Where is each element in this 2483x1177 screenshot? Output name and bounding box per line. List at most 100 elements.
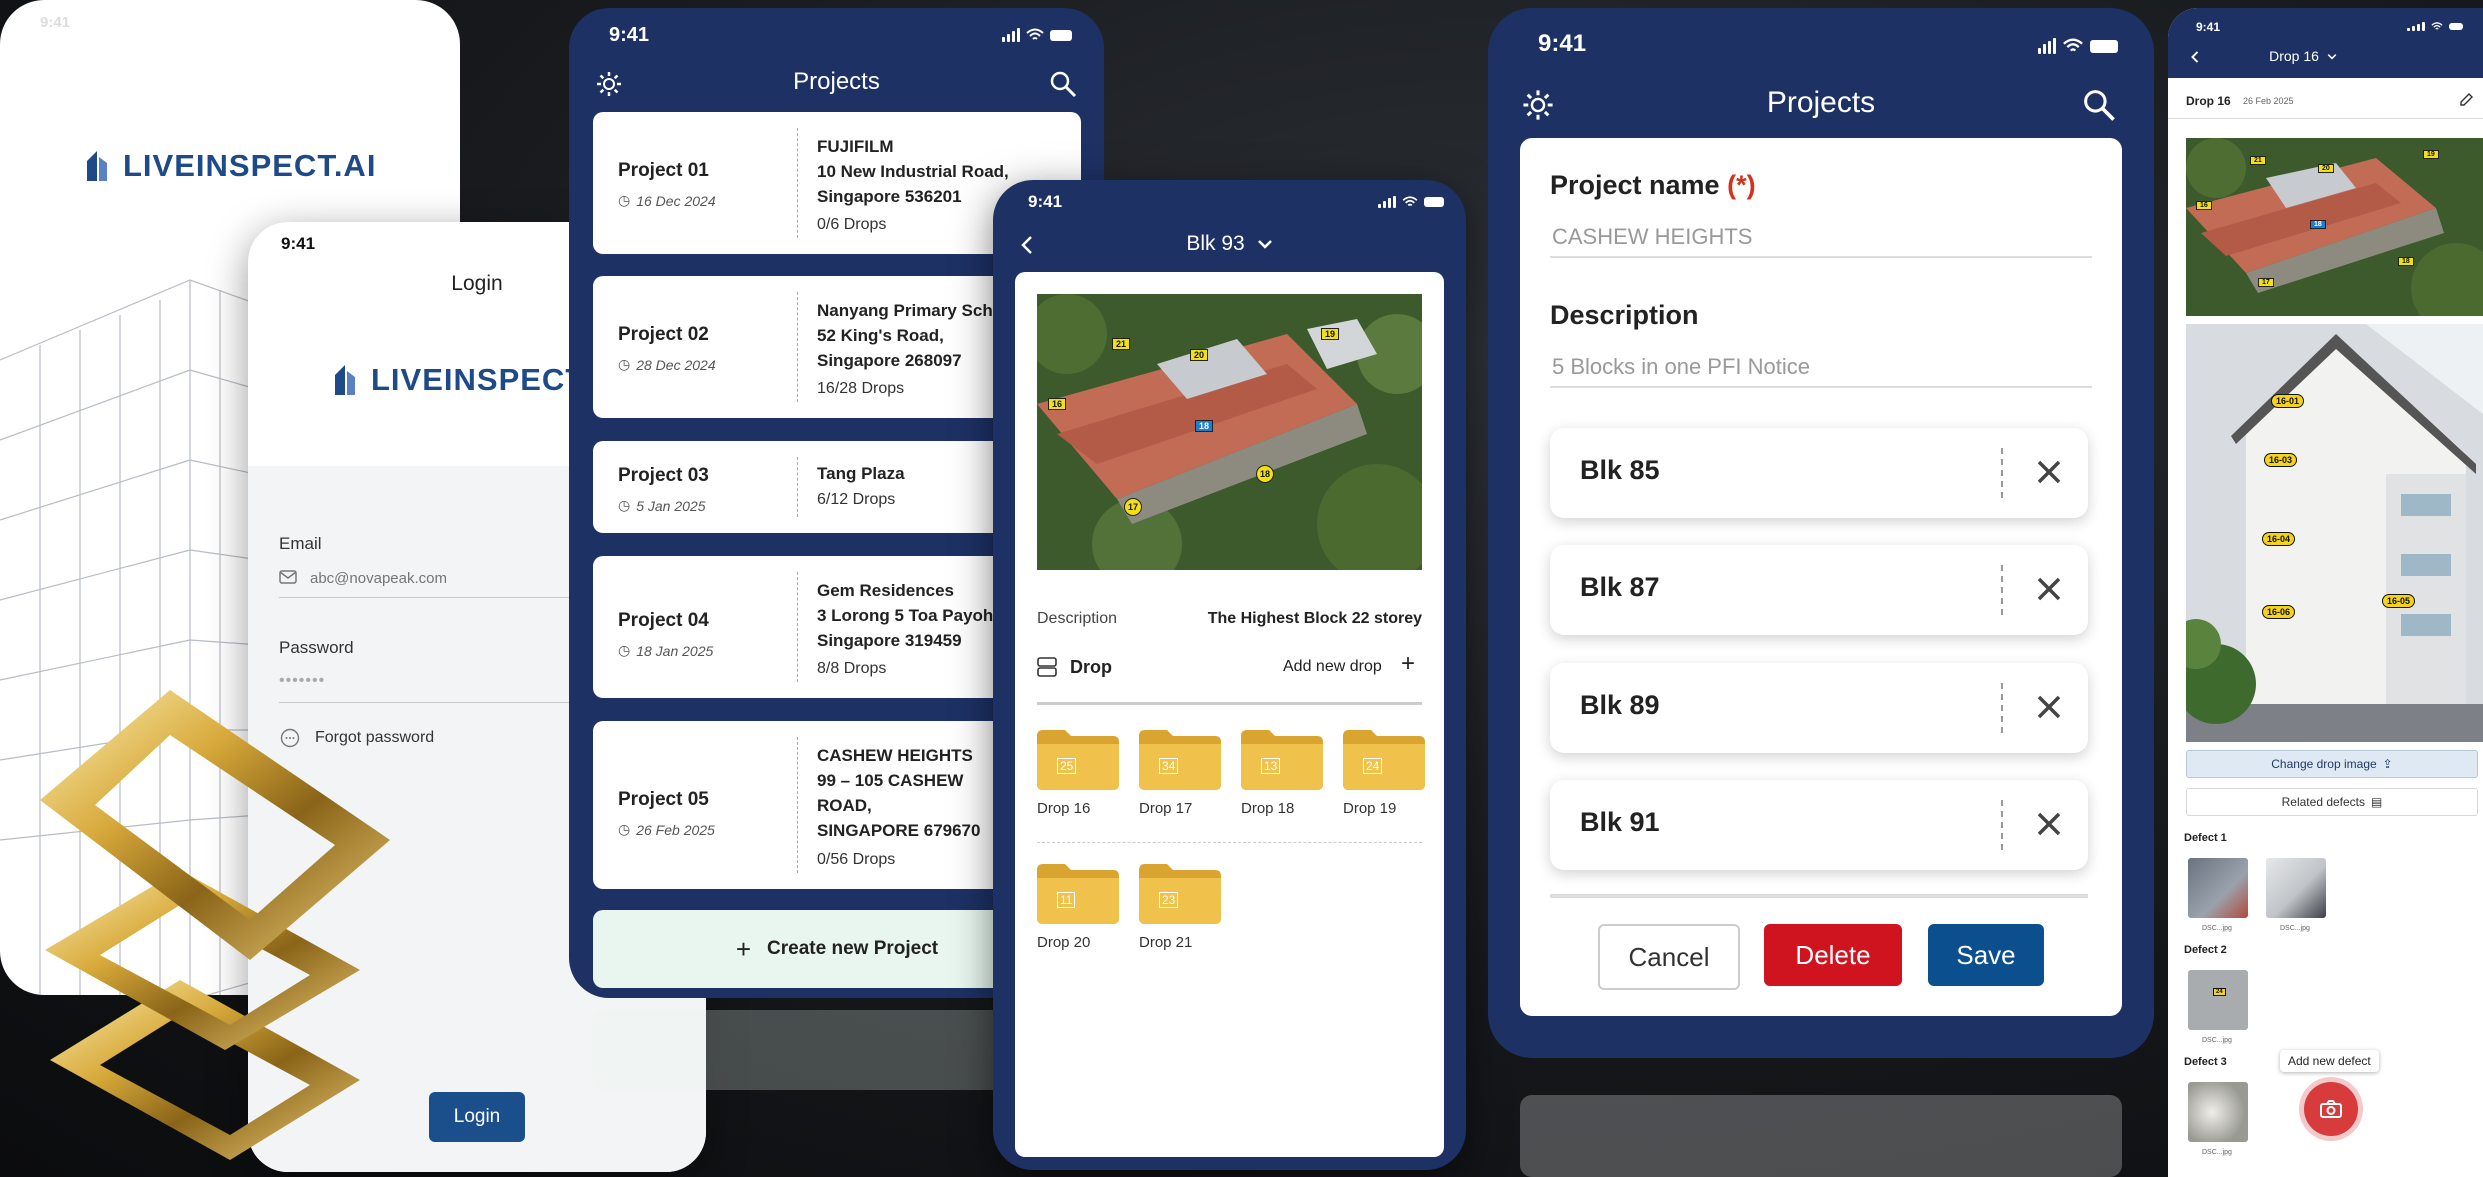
close-icon[interactable] [2031, 689, 2067, 725]
close-icon[interactable] [2031, 571, 2067, 607]
drop-folder[interactable]: 11 Drop 20 [1037, 864, 1119, 951]
description-value: The Highest Block 22 storey [1207, 610, 1422, 627]
project-name: Project 01 [618, 160, 709, 181]
folder-icon [1037, 730, 1119, 790]
map-marker[interactable]: 19 [1321, 328, 1340, 340]
map-marker[interactable]: 20 [1190, 349, 1209, 361]
defect-tag[interactable]: 16-01 [2271, 394, 2305, 408]
divider [1037, 702, 1422, 705]
divider [1037, 842, 1422, 843]
aerial-map[interactable] [1037, 294, 1422, 570]
delete-button[interactable]: Delete [1764, 924, 1902, 986]
edit-icon[interactable] [2458, 92, 2474, 108]
change-drop-image-label: Change drop image [2271, 757, 2377, 771]
drop-folder[interactable]: 13 Drop 18 [1241, 730, 1323, 817]
block-name: Blk 91 [1580, 807, 1660, 837]
defect-tag[interactable]: 16-04 [2262, 532, 2296, 546]
drop-title-dropdown[interactable]: Drop 16 [2168, 48, 2438, 64]
login-button[interactable]: Login [429, 1092, 525, 1142]
close-icon[interactable] [2031, 806, 2067, 842]
block-phone: 9:41 Blk 93 21 20 19 16 18 17 18 Descrip… [993, 180, 1466, 1170]
project-drops: 16/28 Drops [817, 380, 905, 397]
drop-map-image[interactable] [2186, 138, 2483, 316]
search-icon[interactable] [1049, 70, 1077, 98]
project-client: CASHEW HEIGHTS [817, 746, 973, 765]
defect-label: Defect 1 [2184, 832, 2227, 844]
reflection [1520, 1095, 2122, 1177]
defect-thumbnail[interactable] [2188, 858, 2248, 918]
email-label: Email [279, 534, 322, 553]
drop-folder[interactable]: 25 Drop 16 [1037, 730, 1119, 817]
status-icons [2038, 38, 2118, 54]
signal-icon [2038, 38, 2056, 54]
folder-count: 24 [1363, 758, 1383, 774]
building-photo[interactable] [2186, 324, 2483, 742]
drop-subtitle: Drop 16 [2186, 94, 2231, 108]
project-date: 28 Dec 2024 [636, 356, 716, 373]
document-icon: ▤ [2371, 795, 2383, 809]
search-icon[interactable] [2082, 88, 2116, 122]
status-icons [2407, 22, 2463, 31]
save-button[interactable]: Save [1928, 924, 2044, 986]
related-defects-button[interactable]: Related defects ▤ [2186, 788, 2478, 816]
map-marker[interactable]: 21 [1112, 338, 1131, 350]
map-marker[interactable]: 17 [2258, 278, 2274, 287]
block-item[interactable]: Blk 89 [1550, 663, 2088, 753]
map-marker[interactable]: 16 [1048, 398, 1067, 410]
drop-folder[interactable]: 24 Drop 19 [1343, 730, 1425, 817]
drop-folder[interactable]: 34 Drop 17 [1139, 730, 1221, 817]
defect-tag[interactable]: 16-03 [2264, 453, 2298, 467]
block-item[interactable]: Blk 87 [1550, 545, 2088, 635]
add-drop-button[interactable]: Add new drop [1283, 658, 1382, 676]
block-item[interactable]: Blk 85 [1550, 428, 2088, 518]
clock-icon: ◷ [618, 356, 631, 372]
project-date: 5 Jan 2025 [636, 497, 706, 514]
wifi-icon [1026, 28, 1044, 40]
drop-section-title: Drop [1070, 657, 1112, 677]
map-marker[interactable]: 17 [1124, 498, 1142, 516]
drop-folder[interactable]: 23 Drop 21 [1139, 864, 1221, 951]
project-address-line: Singapore 319459 [817, 631, 962, 650]
defect-tag[interactable]: 16-06 [2262, 605, 2296, 619]
project-client: Nanyang Primary School [817, 301, 1019, 320]
defect-thumbnail[interactable] [2188, 1082, 2248, 1142]
block-title-dropdown[interactable]: Blk 93 [993, 232, 1466, 256]
map-marker[interactable]: 18 [1195, 420, 1214, 432]
defect-tag[interactable]: 16-05 [2382, 594, 2416, 608]
defect-thumbnail[interactable] [2266, 858, 2326, 918]
plus-icon[interactable]: + [1401, 650, 1415, 678]
change-drop-image-button[interactable]: Change drop image ⇪ [2186, 750, 2478, 778]
clock-icon: ◷ [618, 642, 631, 658]
block-item[interactable]: Blk 91 [1550, 780, 2088, 870]
clock-icon: ◷ [618, 497, 631, 513]
folder-count: 25 [1057, 758, 1077, 774]
logo-mark-icon [335, 365, 355, 395]
map-marker[interactable]: 18 [1256, 465, 1274, 483]
page-title: Projects [1766, 86, 1876, 119]
description-input[interactable] [1550, 348, 2092, 388]
folder-label: Drop 17 [1139, 800, 1193, 817]
map-marker[interactable]: 16 [2196, 201, 2212, 210]
logo: LIVEINSPECT.AI [85, 148, 376, 184]
map-marker[interactable]: 20 [2318, 164, 2334, 173]
folder-icon [1037, 864, 1119, 924]
folder-icon [1139, 730, 1221, 790]
map-marker[interactable]: 21 [2250, 156, 2266, 165]
add-defect-camera-button[interactable] [2304, 1082, 2358, 1136]
map-marker[interactable]: 18 [2310, 220, 2326, 229]
project-name: Project 04 [618, 610, 709, 631]
defect-thumbnail[interactable]: 24 [2188, 970, 2248, 1030]
project-form: Project name (*) Description Blk 85 Blk … [1520, 138, 2122, 1016]
cancel-button[interactable]: Cancel [1598, 924, 1740, 990]
project-address-line: ROAD, [817, 796, 872, 815]
folder-count: 23 [1159, 892, 1179, 908]
map-marker[interactable]: 19 [2423, 150, 2439, 159]
block-name: Blk 87 [1580, 572, 1660, 602]
status-icons [1002, 28, 1072, 42]
close-icon[interactable] [2031, 454, 2067, 490]
project-name-input[interactable] [1550, 218, 2092, 258]
project-name-label: Project name [1550, 170, 1720, 200]
wifi-icon [2063, 38, 2083, 52]
status-time: 9:41 [1538, 30, 1587, 57]
map-marker[interactable]: 18 [2398, 257, 2414, 266]
